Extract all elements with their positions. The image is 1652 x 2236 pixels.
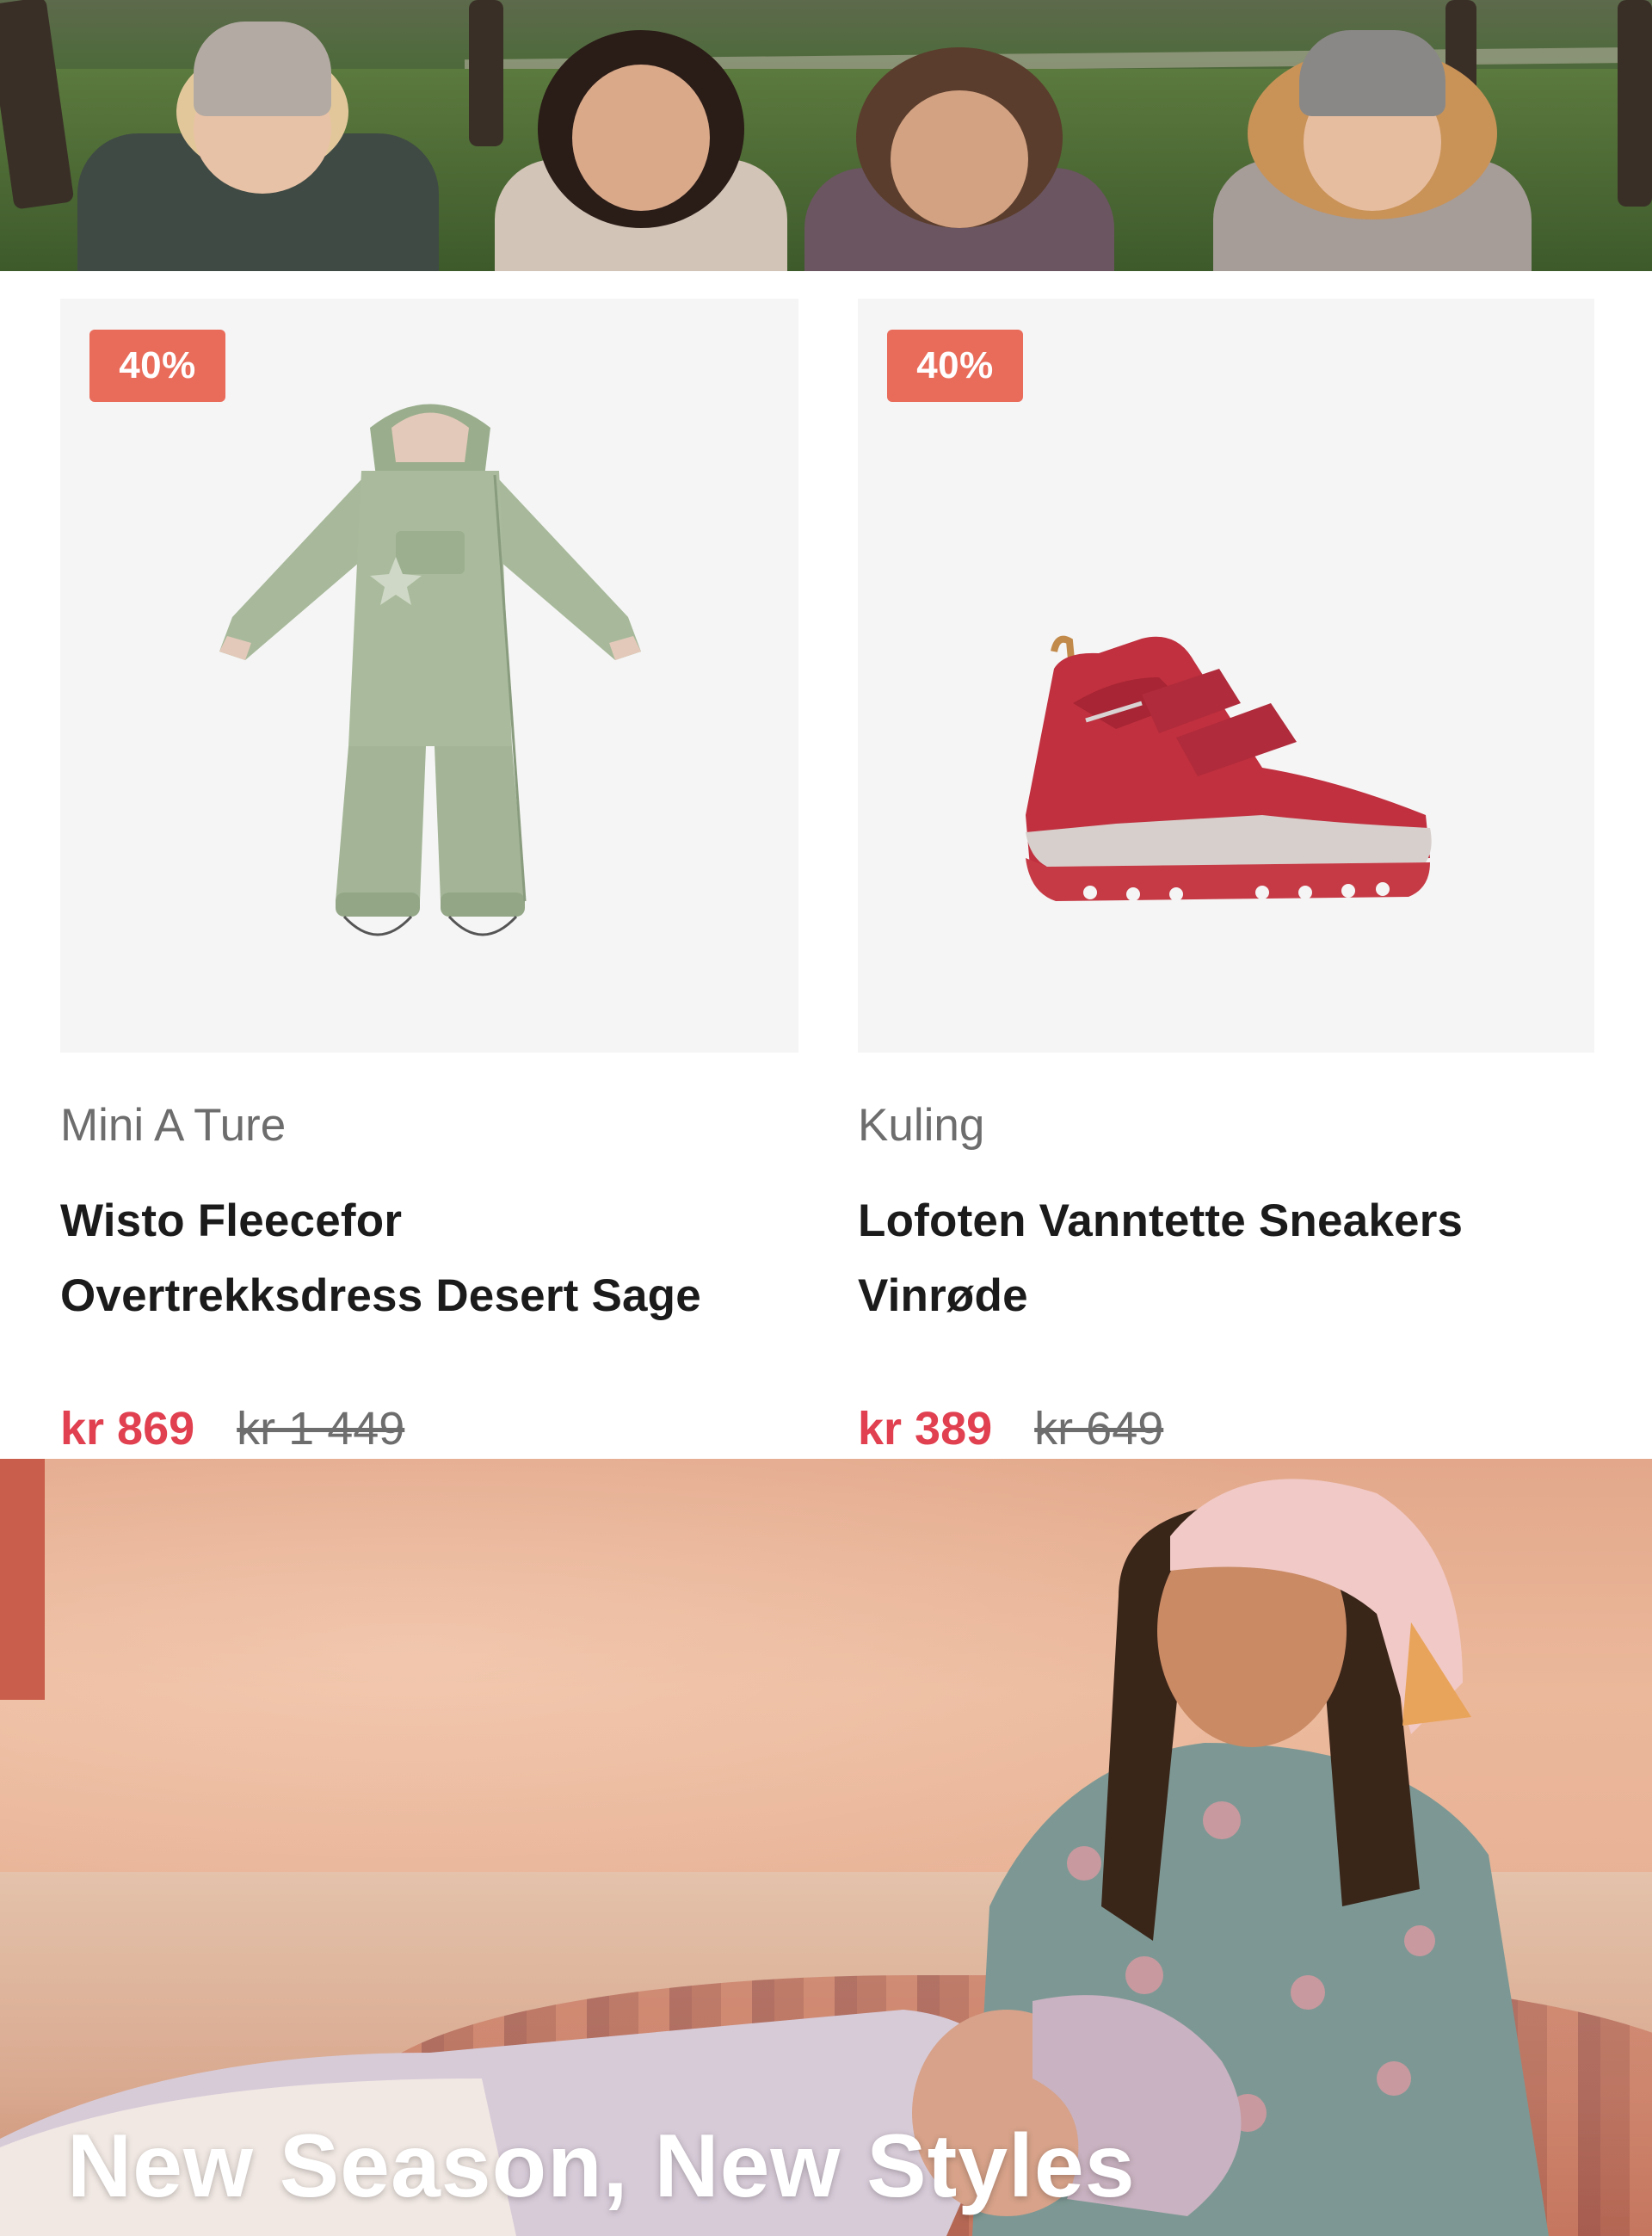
product-title-line[interactable]: Wisto Fleecefor (60, 1183, 798, 1258)
price-row: kr 869 kr 1 449 (60, 1399, 404, 1459)
original-price: kr 649 (1034, 1403, 1164, 1455)
kid-figure (804, 39, 1114, 271)
sale-price: kr 389 (858, 1403, 993, 1455)
product-image[interactable]: 40% (858, 299, 1594, 1053)
product-title[interactable]: Wisto Fleecefor Overtrekksdress Desert S… (60, 1183, 798, 1333)
banner-title[interactable]: New Season, New Styles (67, 2116, 1136, 2218)
product-title-line[interactable]: Lofoten Vanntette Sneakers (858, 1183, 1594, 1258)
sale-price: kr 869 (60, 1403, 195, 1455)
hero-banner-kids-park[interactable] (0, 0, 1652, 271)
price-row: kr 389 kr 649 (858, 1399, 1163, 1459)
product-title[interactable]: Lofoten Vanntette Sneakers Vinrøde (858, 1183, 1594, 1333)
kid-figure (495, 30, 787, 271)
tree-trunk (1618, 0, 1652, 207)
kid-figure (77, 22, 439, 271)
product-title-line[interactable]: Overtrekksdress Desert Sage (60, 1258, 798, 1333)
product-brand: Mini A Ture (60, 1100, 287, 1151)
sneaker-image (1026, 635, 1432, 901)
product-title-line[interactable]: Vinrøde (858, 1258, 1594, 1333)
kid-figure (1213, 13, 1532, 271)
product-image[interactable]: 40% (60, 299, 798, 1053)
snowsuit-image (219, 404, 641, 936)
product-card[interactable]: 40% Kuling Lofoten Vanntette Sneakers Vi (858, 299, 1594, 1455)
product-brand: Kuling (858, 1100, 985, 1151)
original-price: kr 1 449 (237, 1403, 405, 1455)
product-card[interactable]: 40% Mini A Ture Wisto Fleecefor Overtrek… (60, 299, 798, 1455)
